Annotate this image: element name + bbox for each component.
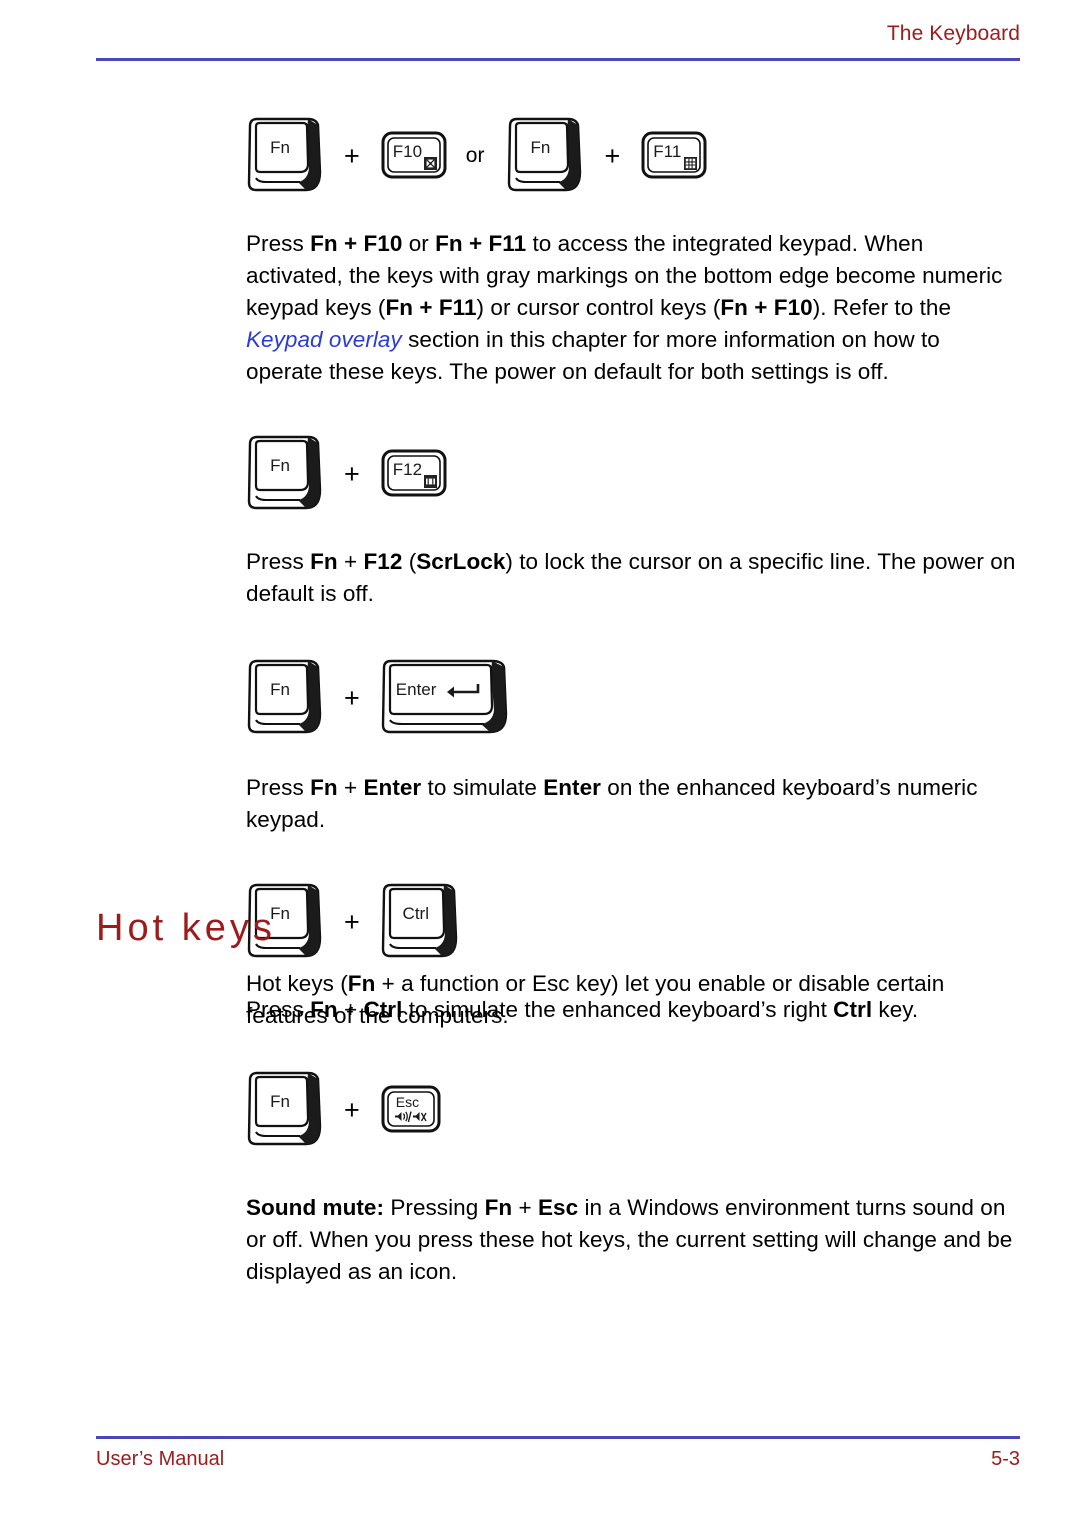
figure-fn-esc: Fn + Esc — [246, 1064, 1021, 1156]
text: Press — [246, 549, 311, 574]
bold-enter: Enter — [363, 775, 422, 800]
page-content-lower: Hot keys (Fn + a function or Esc key) le… — [246, 968, 1021, 1288]
bold-fn: Fn — [310, 549, 338, 574]
key-enter: Enter — [380, 658, 510, 738]
page-content: Fn + F10 or Fn + F11 Press Fn + F10 or F… — [246, 110, 1021, 1026]
key-fn: Fn — [246, 434, 324, 514]
text: Press — [246, 231, 311, 256]
section-heading-hot-keys: Hot keys — [96, 907, 276, 949]
paragraph-enter: Press Fn + Enter to simulate Enter on th… — [246, 772, 1021, 836]
bold-enter: Enter — [543, 775, 601, 800]
paragraph-scrlock: Press Fn + F12 (ScrLock) to lock the cur… — [246, 546, 1021, 610]
plus-operator: + — [344, 140, 360, 171]
plus-text: + — [512, 1195, 538, 1220]
page-footer: User’s Manual 5-3 — [96, 1436, 1020, 1496]
bold-fn-f10: Fn + F10 — [720, 295, 813, 320]
plus-operator: + — [604, 140, 621, 171]
text: or — [402, 231, 436, 256]
paragraph-hotkeys-intro: Hot keys (Fn + a function or Esc key) le… — [246, 968, 1021, 1032]
key-fn: Fn — [246, 116, 324, 196]
plus-operator: + — [344, 1094, 360, 1125]
header-title: The Keyboard — [886, 22, 1020, 45]
cross-reference-keypad-overlay[interactable]: Keypad overlay — [246, 327, 402, 352]
bold-fn: Fn — [347, 971, 376, 996]
bold-fn-f11: Fn + F11 — [435, 231, 527, 256]
key-esc: Esc — [380, 1083, 442, 1137]
text: ( — [402, 549, 417, 574]
bold-fn: Fn — [484, 1195, 513, 1220]
bold-scrlock: ScrLock — [416, 549, 506, 574]
footer-page-number: 5-3 — [991, 1448, 1020, 1470]
bold-sound-mute-label: Sound mute: — [246, 1195, 385, 1220]
header-rule — [96, 58, 1020, 61]
manual-page: The Keyboard Fn + F10 or Fn + F11 Press … — [0, 0, 1080, 1529]
text: ) or cursor control keys ( — [476, 295, 721, 320]
text: Press — [246, 775, 311, 800]
bold-fn: Fn — [310, 775, 338, 800]
text: to simulate — [421, 775, 544, 800]
figure-fn-enter: Fn + Enter — [246, 650, 1021, 746]
bold-f12: F12 — [363, 549, 403, 574]
cursor-control-overlay-icon — [423, 157, 437, 170]
plus-text: + — [337, 549, 364, 574]
key-f11: F11 — [640, 129, 708, 183]
plus-operator: + — [344, 906, 360, 937]
or-operator: or — [465, 144, 485, 167]
footer-rule — [96, 1436, 1020, 1439]
plus-operator: + — [344, 682, 360, 713]
key-fn: Fn — [246, 1070, 324, 1150]
bold-esc: Esc — [537, 1195, 579, 1220]
key-f12: F12 — [380, 447, 448, 501]
key-fn: Fn — [506, 116, 584, 196]
text: ). Refer to the — [812, 295, 952, 320]
plus-operator: + — [344, 458, 360, 489]
text: Pressing — [384, 1195, 485, 1220]
key-f10: F10 — [380, 129, 448, 183]
figure-fn-f12: Fn + F12 — [246, 428, 1021, 520]
numeric-keypad-overlay-icon — [684, 157, 698, 170]
bold-fn-f11: Fn + F11 — [385, 295, 477, 320]
paragraph-sound-mute: Sound mute: Pressing Fn + Esc in a Windo… — [246, 1192, 1021, 1288]
key-fn: Fn — [246, 658, 324, 738]
footer-manual-label: User’s Manual — [96, 1448, 225, 1470]
plus-text: + — [337, 775, 364, 800]
bold-fn-f10: Fn + F10 — [310, 231, 403, 256]
page-header: The Keyboard — [96, 22, 1020, 66]
text: Hot keys ( — [246, 971, 348, 996]
scroll-lock-icon — [423, 475, 437, 488]
figure-fn-f10-f11: Fn + F10 or Fn + F11 — [246, 110, 1021, 202]
paragraph-keypad: Press Fn + F10 or Fn + F11 to access the… — [246, 228, 1021, 388]
figure-fn-ctrl: Fn + Ctrl — [246, 876, 1021, 968]
key-ctrl: Ctrl — [380, 882, 460, 962]
